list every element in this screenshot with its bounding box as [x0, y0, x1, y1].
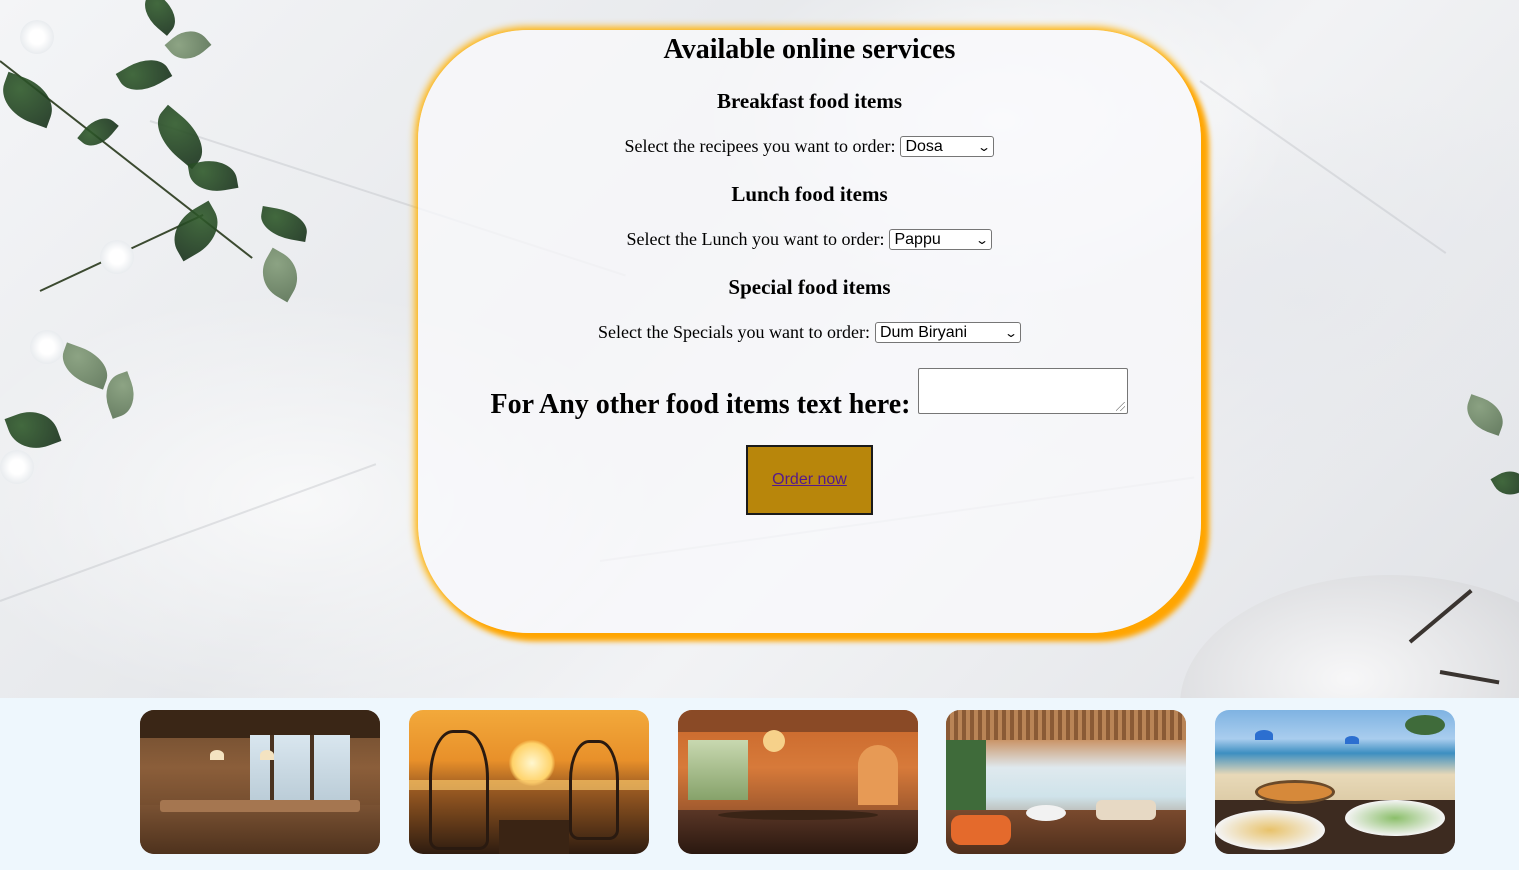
chevron-down-icon: ⌄: [975, 232, 990, 247]
breakfast-row: Select the recipees you want to order: D…: [418, 136, 1201, 157]
gallery-image-2: [409, 710, 649, 854]
special-select[interactable]: Dum Biryani ⌄: [874, 322, 1021, 343]
special-heading: Special food items: [728, 275, 891, 299]
resize-grip-icon[interactable]: [1116, 402, 1126, 411]
lunch-select[interactable]: Pappu ⌄: [889, 229, 993, 250]
other-items-textarea[interactable]: [918, 368, 1129, 414]
gallery-image-3: [678, 710, 918, 854]
breakfast-label: Select the recipees you want to order:: [624, 136, 896, 156]
online-services-card: Available online services Breakfast food…: [418, 30, 1201, 633]
lunch-label: Select the Lunch you want to order:: [626, 229, 885, 249]
special-selected-value: Dum Biryani: [879, 323, 968, 341]
gallery-strip: [0, 698, 1519, 870]
breakfast-selected-value: Dosa: [905, 137, 943, 155]
lunch-row: Select the Lunch you want to order: Papp…: [418, 229, 1201, 250]
order-now-button[interactable]: Order now: [746, 445, 873, 515]
breakfast-heading: Breakfast food items: [716, 89, 903, 113]
gallery-image-1: [140, 710, 380, 854]
special-label: Select the Specials you want to order:: [598, 322, 870, 342]
page-title: Available online services: [663, 34, 956, 65]
breakfast-select[interactable]: Dosa ⌄: [900, 136, 995, 157]
gallery-image-4: [946, 710, 1186, 854]
chevron-down-icon: ⌄: [1003, 325, 1018, 340]
special-row: Select the Specials you want to order: D…: [418, 322, 1201, 343]
lunch-heading: Lunch food items: [731, 182, 888, 206]
lunch-selected-value: Pappu: [894, 230, 941, 248]
chevron-down-icon: ⌄: [977, 139, 992, 154]
other-items-label: For Any other food items text here:: [490, 389, 911, 420]
other-items-row: For Any other food items text here:: [418, 368, 1201, 419]
gallery-image-5: [1215, 710, 1455, 854]
